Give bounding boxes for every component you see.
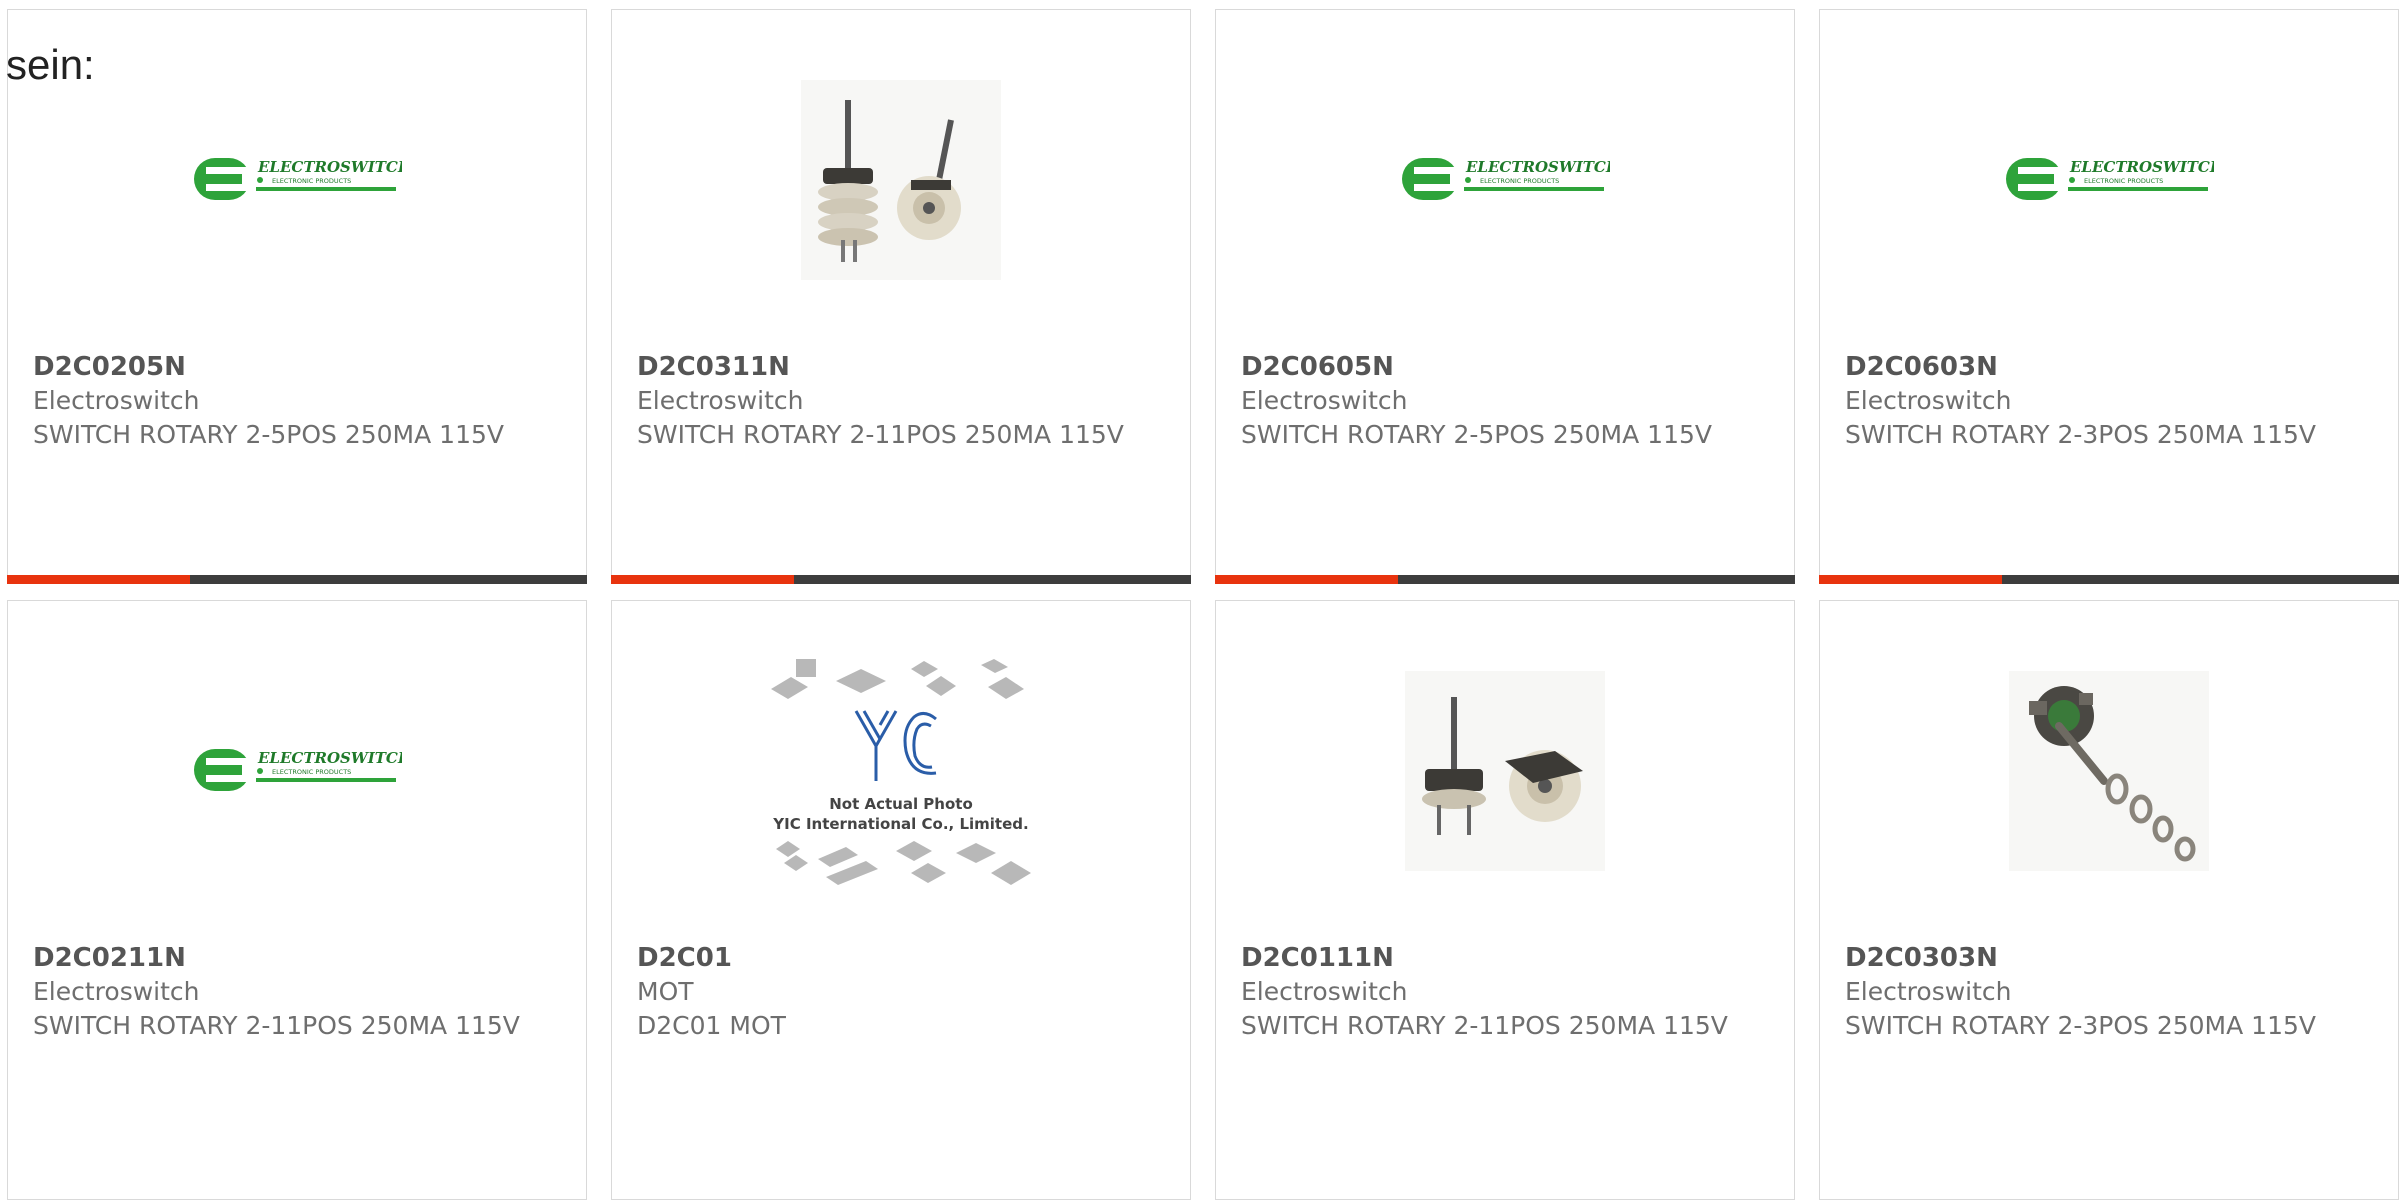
card-bottom-bar	[1215, 575, 1795, 584]
part-number-link[interactable]: D2C0311N	[637, 350, 1150, 384]
electroswitch-logo: ELECTROSWITCH ELECTRONIC PRODUCTS	[1402, 158, 1610, 200]
rotary-switch-photo	[1405, 671, 1605, 871]
description: SWITCH ROTARY 2-11POS 250MA 115V	[637, 420, 1124, 449]
rotary-switch-photo	[801, 80, 1001, 280]
part-number-link[interactable]: D2C0205N	[33, 350, 546, 384]
svg-text:ELECTRONIC PRODUCTS: ELECTRONIC PRODUCTS	[272, 177, 351, 185]
product-card[interactable]: ELECTROSWITCH ELECTRONIC PRODUCTS D2C020…	[7, 9, 587, 584]
svg-text:Not Actual Photo: Not Actual Photo	[829, 795, 973, 813]
product-card[interactable]: Not Actual Photo YIC International Co., …	[611, 600, 1191, 1200]
yic-placeholder-image: Not Actual Photo YIC International Co., …	[771, 659, 1031, 885]
svg-text:YIC International Co., Limited: YIC International Co., Limited.	[772, 815, 1028, 833]
svg-text:ELECTROSWITCH: ELECTROSWITCH	[2069, 158, 2214, 176]
description: SWITCH ROTARY 2-3POS 250MA 115V	[1845, 420, 2316, 449]
manufacturer: Electroswitch	[33, 386, 200, 415]
svg-text:ELECTRONIC PRODUCTS: ELECTRONIC PRODUCTS	[1480, 177, 1559, 185]
description: SWITCH ROTARY 2-5POS 250MA 115V	[33, 420, 504, 449]
product-card[interactable]: ELECTROSWITCH ELECTRONIC PRODUCTS D2C060…	[1215, 9, 1795, 584]
svg-text:ELECTROSWITCH: ELECTROSWITCH	[257, 158, 402, 176]
rotary-switch-single-photo	[2009, 671, 2209, 871]
product-card[interactable]: D2C0303N Electroswitch SWITCH ROTARY 2-3…	[1819, 600, 2399, 1200]
description: SWITCH ROTARY 2-3POS 250MA 115V	[1845, 1011, 2316, 1040]
manufacturer: MOT	[637, 977, 694, 1006]
product-image	[1820, 601, 2398, 941]
product-image	[1216, 601, 1794, 941]
part-number-link[interactable]: D2C0303N	[1845, 941, 2358, 975]
card-bottom-bar	[611, 575, 1191, 584]
part-number-link[interactable]: D2C01	[637, 941, 1150, 975]
product-card[interactable]: ELECTROSWITCH ELECTRONIC PRODUCTS D2C021…	[7, 600, 587, 1200]
manufacturer: Electroswitch	[1241, 386, 1408, 415]
product-image: ELECTROSWITCH ELECTRONIC PRODUCTS	[1820, 10, 2398, 350]
product-image	[612, 10, 1190, 350]
description: D2C01 MOT	[637, 1011, 786, 1040]
description: SWITCH ROTARY 2-11POS 250MA 115V	[1241, 1011, 1728, 1040]
product-card[interactable]: ELECTROSWITCH ELECTRONIC PRODUCTS D2C060…	[1819, 9, 2399, 584]
electroswitch-logo: ELECTROSWITCH ELECTRONIC PRODUCTS	[2006, 158, 2214, 200]
svg-text:ELECTRONIC PRODUCTS: ELECTRONIC PRODUCTS	[272, 768, 351, 776]
card-bottom-bar	[7, 575, 587, 584]
electroswitch-logo: ELECTROSWITCH ELECTRONIC PRODUCTS	[194, 749, 402, 791]
svg-text:ELECTROSWITCH: ELECTROSWITCH	[1465, 158, 1610, 176]
product-image: Not Actual Photo YIC International Co., …	[612, 601, 1190, 941]
part-number-link[interactable]: D2C0111N	[1241, 941, 1754, 975]
product-image: ELECTROSWITCH ELECTRONIC PRODUCTS	[8, 601, 586, 941]
svg-text:ELECTROSWITCH: ELECTROSWITCH	[257, 749, 402, 767]
electroswitch-logo: ELECTROSWITCH ELECTRONIC PRODUCTS	[194, 158, 402, 200]
svg-text:ELECTRONIC PRODUCTS: ELECTRONIC PRODUCTS	[2084, 177, 2163, 185]
card-bottom-bar	[1819, 575, 2399, 584]
manufacturer: Electroswitch	[33, 977, 200, 1006]
description: SWITCH ROTARY 2-5POS 250MA 115V	[1241, 420, 1712, 449]
product-image: ELECTROSWITCH ELECTRONIC PRODUCTS	[1216, 10, 1794, 350]
product-card[interactable]: D2C0111N Electroswitch SWITCH ROTARY 2-1…	[1215, 600, 1795, 1200]
manufacturer: Electroswitch	[637, 386, 804, 415]
manufacturer: Electroswitch	[1845, 977, 2012, 1006]
intro-text: sein:	[6, 41, 95, 88]
description: SWITCH ROTARY 2-11POS 250MA 115V	[33, 1011, 520, 1040]
part-number-link[interactable]: D2C0605N	[1241, 350, 1754, 384]
part-number-link[interactable]: D2C0211N	[33, 941, 546, 975]
product-card[interactable]: D2C0311N Electroswitch SWITCH ROTARY 2-1…	[611, 9, 1191, 584]
part-number-link[interactable]: D2C0603N	[1845, 350, 2358, 384]
manufacturer: Electroswitch	[1845, 386, 2012, 415]
manufacturer: Electroswitch	[1241, 977, 1408, 1006]
